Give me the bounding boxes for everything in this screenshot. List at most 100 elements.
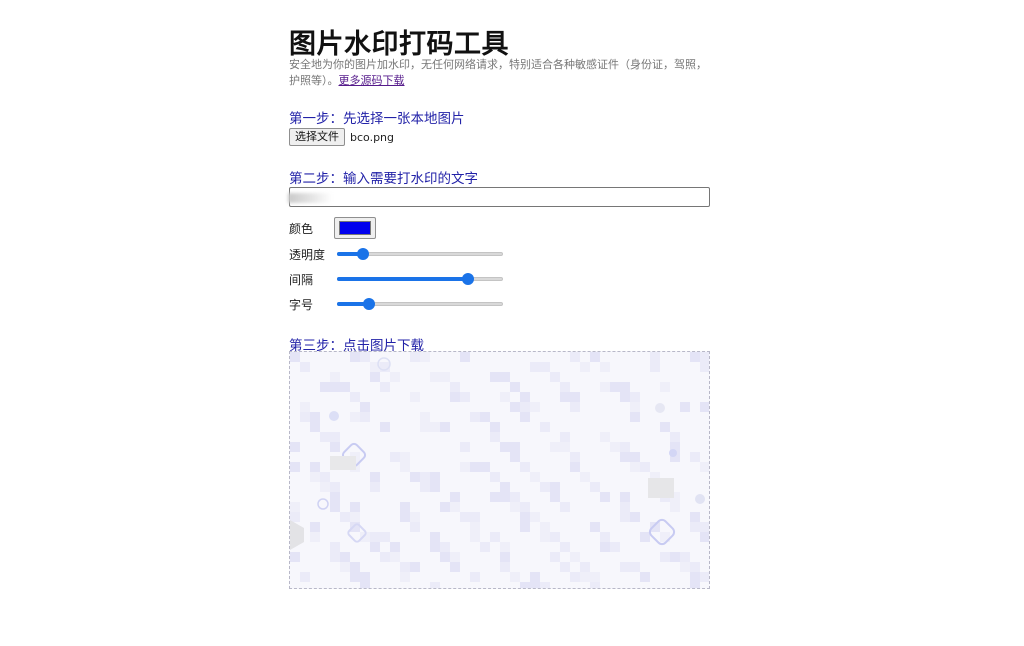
mosaic-cell bbox=[290, 552, 300, 562]
mosaic-cell bbox=[540, 582, 550, 588]
mosaic-cell bbox=[490, 432, 500, 442]
mosaic-cell bbox=[610, 382, 620, 392]
choose-file-button[interactable]: 选择文件 bbox=[289, 128, 345, 146]
mosaic-cell bbox=[540, 522, 550, 532]
mosaic-cell bbox=[360, 402, 370, 412]
mosaic-cell bbox=[290, 512, 300, 522]
mosaic-cell bbox=[310, 422, 320, 432]
mosaic-cell bbox=[630, 412, 640, 422]
mosaic-cell bbox=[620, 392, 630, 402]
mosaic-cell bbox=[530, 402, 540, 412]
mosaic-cell bbox=[510, 492, 520, 502]
mosaic-cell bbox=[620, 452, 630, 462]
mosaic-cell bbox=[360, 352, 370, 362]
mosaic-cell bbox=[350, 352, 360, 362]
mosaic-cell bbox=[330, 502, 340, 512]
mosaic-cell bbox=[510, 452, 520, 462]
mosaic-cell bbox=[640, 532, 650, 542]
mosaic-cell bbox=[510, 402, 520, 412]
slider-thumb[interactable] bbox=[461, 273, 474, 285]
mosaic-cell bbox=[490, 492, 500, 502]
mosaic-cell bbox=[690, 562, 700, 572]
mosaic-cell bbox=[390, 452, 400, 462]
mosaic-cell bbox=[490, 422, 500, 432]
mosaic-cell bbox=[680, 562, 690, 572]
mosaic-cell bbox=[290, 502, 300, 512]
mosaic-cell bbox=[530, 362, 540, 372]
mosaic-cell bbox=[420, 472, 430, 482]
mosaic-cell bbox=[300, 362, 310, 372]
mosaic-cell bbox=[370, 542, 380, 552]
mosaic-cell bbox=[480, 462, 490, 472]
mosaic-cell bbox=[570, 452, 580, 462]
mosaic-cell bbox=[650, 362, 660, 372]
mosaic-cell bbox=[540, 362, 550, 372]
mosaic-cell bbox=[370, 482, 380, 492]
mosaic-cell bbox=[560, 442, 570, 452]
mosaic-cell bbox=[350, 392, 360, 402]
mosaic-cell bbox=[310, 472, 320, 482]
mosaic-cell bbox=[600, 492, 610, 502]
page-title: 图片水印打码工具 bbox=[289, 29, 509, 60]
mosaic-cell bbox=[440, 552, 450, 562]
mosaic-cell bbox=[470, 462, 480, 472]
mosaic-cell bbox=[400, 462, 410, 472]
mosaic-cell bbox=[690, 582, 700, 588]
mosaic-cell bbox=[350, 412, 360, 422]
spacing-slider[interactable] bbox=[337, 272, 503, 286]
mosaic-cell bbox=[510, 442, 520, 452]
mosaic-cell bbox=[330, 542, 340, 552]
mosaic-cell bbox=[610, 442, 620, 452]
mosaic-cell bbox=[600, 382, 610, 392]
watermark-text-input[interactable] bbox=[288, 187, 710, 207]
watermarked-image-preview[interactable] bbox=[289, 351, 710, 589]
mosaic-cell bbox=[590, 352, 600, 362]
mosaic-cell bbox=[630, 402, 640, 412]
mosaic-cell bbox=[310, 412, 320, 422]
mosaic-cell bbox=[330, 552, 340, 562]
color-swatch-fill bbox=[339, 221, 371, 235]
mosaic-cell bbox=[340, 382, 350, 392]
watermark-canvas bbox=[290, 352, 709, 588]
mosaic-cell bbox=[430, 482, 440, 492]
mosaic-cell bbox=[520, 582, 530, 588]
mosaic-cell bbox=[410, 522, 420, 532]
mosaic-cell bbox=[660, 422, 670, 432]
mosaic-cell bbox=[290, 442, 300, 452]
decor-dot bbox=[695, 494, 705, 504]
mosaic-cell bbox=[600, 532, 610, 542]
more-source-link[interactable]: 更多源码下载 bbox=[339, 74, 405, 87]
mosaic-cell bbox=[440, 372, 450, 382]
mosaic-cell bbox=[550, 482, 560, 492]
slider-fill bbox=[337, 277, 468, 281]
mosaic-cell bbox=[510, 572, 520, 582]
fontsize-slider[interactable] bbox=[337, 297, 503, 311]
mosaic-cell bbox=[380, 552, 390, 562]
mosaic-cell bbox=[340, 562, 350, 572]
mosaic-cell bbox=[570, 572, 580, 582]
mosaic-cell bbox=[380, 422, 390, 432]
mosaic-cell bbox=[460, 392, 470, 402]
mosaic-cell bbox=[560, 542, 570, 552]
mosaic-cell bbox=[350, 572, 360, 582]
mosaic-cell bbox=[620, 512, 630, 522]
decor-dot bbox=[655, 403, 665, 413]
mosaic-cell bbox=[510, 502, 520, 512]
color-picker[interactable] bbox=[334, 217, 376, 239]
mosaic-cell bbox=[420, 352, 430, 362]
mosaic-cell bbox=[510, 382, 520, 392]
mosaic-cell bbox=[310, 532, 320, 542]
spacing-row: 间隔 bbox=[289, 269, 503, 289]
mosaic-cell bbox=[540, 482, 550, 492]
mosaic-cell bbox=[460, 512, 470, 522]
mosaic-cell bbox=[330, 442, 340, 452]
mosaic-cell bbox=[390, 542, 400, 552]
slider-thumb[interactable] bbox=[357, 248, 370, 260]
mosaic-cell bbox=[690, 572, 700, 582]
mosaic-cell bbox=[620, 442, 630, 452]
mosaic-cell bbox=[500, 442, 510, 452]
opacity-slider[interactable] bbox=[337, 247, 503, 261]
slider-thumb[interactable] bbox=[363, 298, 376, 310]
mosaic-cell bbox=[550, 372, 560, 382]
mosaic-cell bbox=[390, 372, 400, 382]
